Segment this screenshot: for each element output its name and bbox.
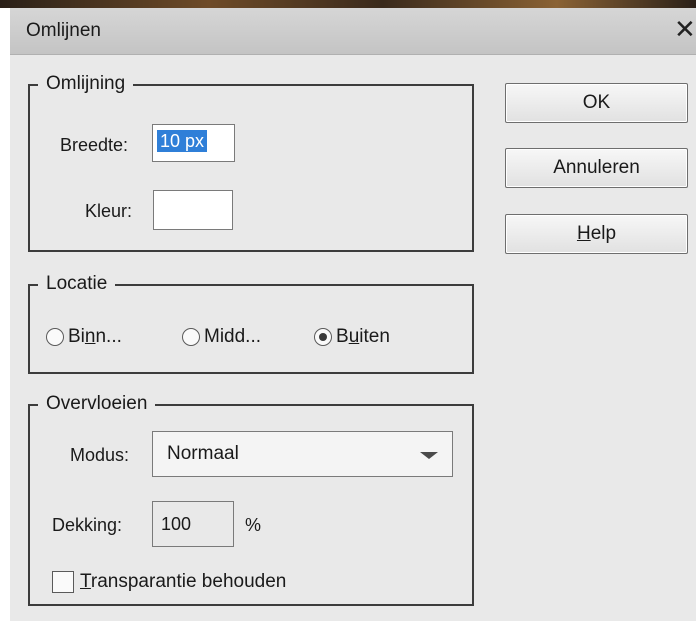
opacity-value: 100 xyxy=(161,514,192,534)
stroke-group: Omlijning xyxy=(28,72,474,252)
background-image-strip xyxy=(0,0,696,8)
location-center-option[interactable]: Midd... xyxy=(182,326,261,348)
location-center-label: Midd... xyxy=(204,326,262,347)
location-group-title: Locatie xyxy=(38,272,116,296)
opacity-input[interactable]: 100 xyxy=(152,501,234,547)
width-value: 10 px xyxy=(157,130,208,152)
close-icon[interactable]: ✕ xyxy=(674,16,696,42)
location-outside-label: Buiten xyxy=(336,326,390,347)
mode-value: Normaal xyxy=(167,443,239,464)
width-input[interactable]: 10 px xyxy=(152,124,235,162)
location-center-radio[interactable] xyxy=(182,328,200,346)
help-button[interactable]: Help xyxy=(505,214,688,254)
mode-dropdown[interactable]: Normaal xyxy=(152,431,453,477)
color-swatch[interactable] xyxy=(153,190,233,230)
blend-group-title: Overvloeien xyxy=(38,392,156,416)
width-label: Breedte: xyxy=(60,135,129,155)
location-inside-radio[interactable] xyxy=(46,328,64,346)
stroke-group-title: Omlijning xyxy=(38,72,134,96)
location-inside-label: Binn... xyxy=(68,326,122,347)
title-bar: Omlijnen ✕ xyxy=(10,8,696,55)
location-inside-option[interactable]: Binn... xyxy=(46,326,122,348)
preserve-transparency-label: Transparantie behouden xyxy=(80,571,287,592)
location-outside-radio[interactable] xyxy=(314,328,332,346)
color-label: Kleur: xyxy=(85,201,133,221)
opacity-label: Dekking: xyxy=(52,515,123,535)
mode-label: Modus: xyxy=(70,445,130,465)
preserve-transparency-checkbox[interactable] xyxy=(52,571,74,593)
location-outside-option[interactable]: Buiten xyxy=(314,326,390,348)
stroke-dialog: Omlijnen ✕ Omlijning Breedte: 10 px Kleu… xyxy=(10,8,696,621)
cancel-button[interactable]: Annuleren xyxy=(505,148,688,188)
opacity-unit: % xyxy=(245,515,262,535)
chevron-down-icon xyxy=(420,452,438,459)
ok-button[interactable]: OK xyxy=(505,83,688,123)
dialog-title: Omlijnen xyxy=(26,20,101,41)
